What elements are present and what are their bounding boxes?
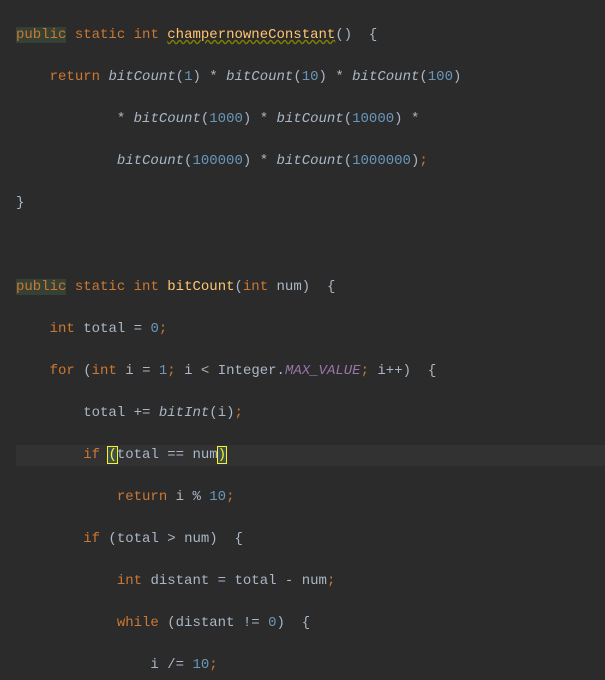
number: 1000 bbox=[209, 111, 243, 127]
var-total: total bbox=[83, 321, 125, 337]
keyword-int: int bbox=[134, 27, 159, 43]
class-integer: Integer bbox=[218, 363, 277, 379]
code-line-current[interactable]: if (total == num) bbox=[16, 445, 605, 466]
number: 0 bbox=[268, 615, 276, 631]
code-line[interactable]: public static int bitCount(int num) { bbox=[16, 277, 605, 298]
var-distant: distant bbox=[150, 573, 209, 589]
code-line[interactable]: } bbox=[16, 193, 605, 214]
call-bitCount: bitCount bbox=[352, 69, 419, 85]
matched-paren-close: ) bbox=[218, 447, 226, 463]
keyword-return: return bbox=[117, 489, 167, 505]
keyword-int: int bbox=[243, 279, 268, 295]
field-max-value: MAX_VALUE bbox=[285, 363, 361, 379]
code-line[interactable]: bitCount(100000) * bitCount(1000000); bbox=[16, 151, 605, 172]
method-name-bitCount: bitCount bbox=[167, 279, 234, 295]
keyword-return: return bbox=[50, 69, 100, 85]
keyword-int: int bbox=[117, 573, 142, 589]
call-bitCount: bitCount bbox=[226, 69, 293, 85]
paren: () bbox=[335, 27, 369, 43]
number: 10000 bbox=[352, 111, 394, 127]
keyword-int: int bbox=[50, 321, 75, 337]
matched-paren-open: ( bbox=[108, 447, 116, 463]
code-line[interactable]: * bitCount(1000) * bitCount(10000) * bbox=[16, 109, 605, 130]
code-editor[interactable]: public static int champernowneConstant()… bbox=[0, 0, 605, 680]
code-line[interactable]: return i % 10; bbox=[16, 487, 605, 508]
keyword-if: if bbox=[83, 447, 100, 463]
number: 100000 bbox=[192, 153, 242, 169]
keyword-while: while bbox=[117, 615, 159, 631]
code-line[interactable]: if (total > num) { bbox=[16, 529, 605, 550]
code-line[interactable]: total += bitInt(i); bbox=[16, 403, 605, 424]
keyword-public: public bbox=[16, 279, 66, 295]
keyword-int: int bbox=[92, 363, 117, 379]
brace: } bbox=[16, 195, 24, 211]
keyword-if: if bbox=[83, 531, 100, 547]
call-bitCount: bitCount bbox=[277, 153, 344, 169]
keyword-for: for bbox=[50, 363, 75, 379]
number: 1000000 bbox=[352, 153, 411, 169]
semicolon: ; bbox=[419, 153, 427, 169]
call-bitCount: bitCount bbox=[108, 69, 175, 85]
code-line[interactable]: public static int champernowneConstant()… bbox=[16, 25, 605, 46]
code-line[interactable]: while (distant != 0) { bbox=[16, 613, 605, 634]
code-line[interactable]: int distant = total - num; bbox=[16, 571, 605, 592]
param-num: num bbox=[277, 279, 302, 295]
keyword-static: static bbox=[75, 27, 125, 43]
brace: { bbox=[327, 279, 335, 295]
keyword-int: int bbox=[134, 279, 159, 295]
number: 100 bbox=[428, 69, 453, 85]
call-bitCount: bitCount bbox=[134, 111, 201, 127]
code-line[interactable]: for (int i = 1; i < Integer.MAX_VALUE; i… bbox=[16, 361, 605, 382]
call-bitCount: bitCount bbox=[277, 111, 344, 127]
keyword-public: public bbox=[16, 27, 66, 43]
method-name-champernowne: champernowneConstant bbox=[167, 27, 335, 43]
number: 10 bbox=[209, 489, 226, 505]
number: 10 bbox=[192, 657, 209, 673]
number: 10 bbox=[302, 69, 319, 85]
code-line[interactable]: int total = 0; bbox=[16, 319, 605, 340]
brace: { bbox=[369, 27, 377, 43]
number: 1 bbox=[184, 69, 192, 85]
call-bitInt: bitInt bbox=[159, 405, 209, 421]
code-line[interactable]: return bitCount(1) * bitCount(10) * bitC… bbox=[16, 67, 605, 88]
code-line[interactable]: i /= 10; bbox=[16, 655, 605, 676]
call-bitCount: bitCount bbox=[117, 153, 184, 169]
code-line[interactable] bbox=[16, 235, 605, 256]
number: 0 bbox=[150, 321, 158, 337]
keyword-static: static bbox=[75, 279, 125, 295]
